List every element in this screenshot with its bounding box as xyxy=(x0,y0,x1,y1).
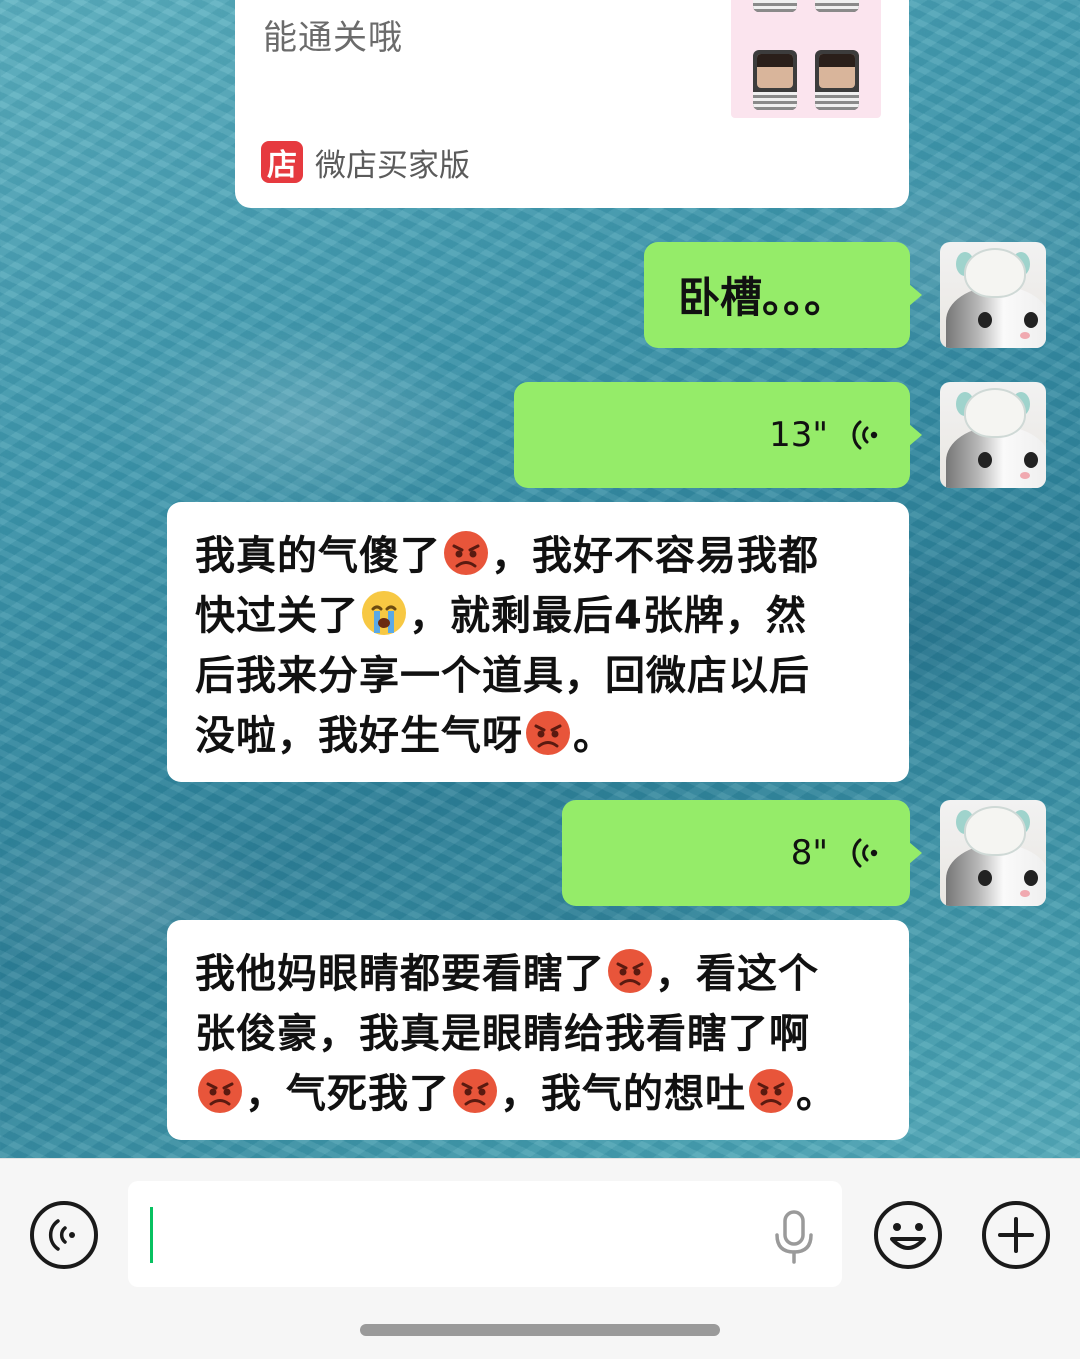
message-text: 我他妈眼睛都要看瞎了 ，看这个 张俊豪，我真是眼睛给我看瞎了啊 ，气死我了 ，我气的… xyxy=(195,944,895,1124)
voice-message-bubble[interactable]: 13" xyxy=(514,382,922,488)
crying-face-icon xyxy=(362,591,406,635)
shared-card[interactable]: 能通关哦 店 微店买家版 xyxy=(235,0,909,208)
message-line: 我真的气傻了 ，我好不容易我都 xyxy=(195,526,895,586)
voice-wave-icon xyxy=(852,420,878,450)
home-indicator[interactable] xyxy=(360,1324,720,1336)
message-bubble-incoming[interactable]: 我他妈眼睛都要看瞎了 ，看这个 张俊豪，我真是眼睛给我看瞎了啊 ，气死我了 ，我气的… xyxy=(167,920,909,1140)
angry-face-icon xyxy=(444,531,488,575)
voice-duration: 8" xyxy=(790,833,828,873)
message-line: 没啦，我好生气呀。 xyxy=(195,706,895,766)
message-line: 后我来分享一个道具，回微店以后 xyxy=(195,653,810,699)
card-thumbnail xyxy=(731,0,881,118)
voice-message-bubble[interactable]: 8" xyxy=(562,800,922,906)
emoji-icon[interactable] xyxy=(872,1199,944,1271)
message-line: 我他妈眼睛都要看瞎了 ，看这个 xyxy=(195,944,895,1004)
avatar[interactable] xyxy=(940,242,1046,348)
message-line: 快过关了 ，就剩最后4张牌，然 xyxy=(195,586,895,646)
card-source-name: 微店买家版 xyxy=(315,147,470,184)
card-source: 店 微店买家版 xyxy=(261,140,470,184)
card-description: 能通关哦 xyxy=(263,18,403,58)
avatar[interactable] xyxy=(940,800,1046,906)
mic-icon[interactable] xyxy=(772,1209,816,1265)
message-line: 张俊豪，我真是眼睛给我看瞎了啊 xyxy=(195,1011,810,1057)
angry-face-icon xyxy=(749,1069,793,1113)
angry-face-icon xyxy=(608,949,652,993)
angry-face-icon xyxy=(526,711,570,755)
message-text: 卧槽。。。 xyxy=(678,273,847,322)
voice-input-toggle-icon[interactable] xyxy=(28,1199,100,1271)
text-cursor xyxy=(150,1207,153,1263)
message-input[interactable] xyxy=(128,1181,842,1287)
message-line: ，气死我了 ，我气的想吐。 xyxy=(195,1064,895,1124)
voice-wave-icon xyxy=(852,838,878,868)
plus-icon[interactable] xyxy=(980,1199,1052,1271)
angry-face-icon xyxy=(198,1069,242,1113)
voice-duration: 13" xyxy=(769,415,828,455)
weidian-shop-icon: 店 xyxy=(261,141,303,183)
message-bubble-outgoing[interactable]: 卧槽。。。 xyxy=(644,242,922,348)
angry-face-icon xyxy=(453,1069,497,1113)
message-bubble-incoming[interactable]: 我真的气傻了 ，我好不容易我都 快过关了 ，就剩最后4张牌，然 后我来分享一个道具，… xyxy=(167,502,909,782)
avatar[interactable] xyxy=(940,382,1046,488)
message-text: 我真的气傻了 ，我好不容易我都 快过关了 ，就剩最后4张牌，然 后我来分享一个道具，… xyxy=(195,526,895,766)
